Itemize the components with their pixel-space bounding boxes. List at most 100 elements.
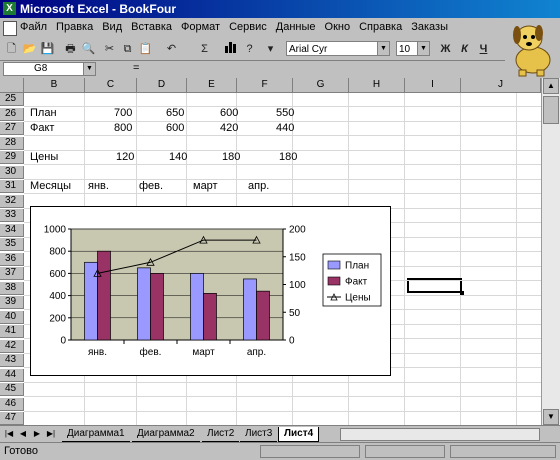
cell-f27[interactable]: 440 [276, 122, 294, 134]
cell-c27[interactable]: 800 [114, 122, 132, 134]
menu-file[interactable]: Файл [20, 21, 47, 33]
row-header[interactable]: 47 [0, 412, 24, 425]
cell-e29[interactable]: 180 [222, 151, 240, 163]
sheet-tab[interactable]: Диаграмма1 [62, 427, 130, 442]
name-box-dropdown-icon[interactable]: ▼ [83, 63, 95, 75]
cell-c31[interactable]: янв. [88, 180, 109, 192]
cell-d29[interactable]: 140 [169, 151, 187, 163]
chart-wizard-icon[interactable] [222, 41, 239, 57]
row-header[interactable]: 34 [0, 224, 24, 237]
new-icon[interactable]: 🗋 [3, 41, 20, 57]
col-header[interactable]: D [137, 78, 187, 93]
row-header[interactable]: 31 [0, 180, 24, 193]
font-size-select[interactable]: 10 ▼ [396, 41, 430, 56]
cell-c29[interactable]: 120 [116, 151, 134, 163]
prev-sheet-icon[interactable]: ◀ [17, 428, 29, 440]
open-icon[interactable]: 📂 [21, 41, 38, 57]
cut-icon[interactable]: ✂ [101, 41, 118, 57]
cell-f31[interactable]: апр. [248, 180, 269, 192]
row-header[interactable]: 32 [0, 195, 24, 208]
row-header[interactable]: 45 [0, 383, 24, 396]
embedded-chart[interactable]: 0 200 400 600 800 1000 0 50 100 150 200 янв. фев. мар… [30, 206, 391, 376]
row-header[interactable]: 29 [0, 151, 24, 164]
sheet-tab-active[interactable]: Лист4 [278, 427, 320, 442]
office-assistant-dog-icon[interactable] [505, 16, 560, 78]
cell-f29[interactable]: 180 [279, 151, 297, 163]
horizontal-scrollbar[interactable] [340, 428, 540, 441]
row-header[interactable]: 37 [0, 267, 24, 280]
cell-b31[interactable]: Месяцы [30, 180, 71, 192]
cell-d26[interactable]: 650 [166, 107, 184, 119]
formula-equals[interactable]: = [133, 62, 139, 74]
row-header[interactable]: 43 [0, 354, 24, 367]
row-header[interactable]: 46 [0, 398, 24, 411]
save-icon[interactable]: 💾 [39, 41, 56, 57]
paste-icon[interactable]: 📋 [137, 41, 154, 57]
sheet-tab[interactable]: Лист2 [202, 427, 240, 442]
cell-c26[interactable]: 700 [114, 107, 132, 119]
row-header[interactable]: 42 [0, 340, 24, 353]
col-header[interactable]: F [237, 78, 293, 93]
row-header[interactable]: 36 [0, 253, 24, 266]
menu-tools[interactable]: Сервис [229, 21, 267, 33]
cell-f26[interactable]: 550 [276, 107, 294, 119]
cell-b26[interactable]: План [30, 107, 57, 119]
next-sheet-icon[interactable]: ▶ [31, 428, 43, 440]
col-header[interactable]: C [85, 78, 137, 93]
font-dropdown-icon[interactable]: ▼ [377, 42, 389, 55]
menu-orders[interactable]: Заказы [411, 21, 448, 33]
dropdown-icon[interactable]: ▾ [262, 41, 279, 57]
row-header[interactable]: 39 [0, 296, 24, 309]
sheet-tab[interactable]: Диаграмма2 [132, 427, 200, 442]
last-sheet-icon[interactable]: ▶| [45, 428, 57, 440]
row-header[interactable]: 27 [0, 122, 24, 135]
document-icon[interactable] [3, 21, 17, 36]
menu-view[interactable]: Вид [102, 21, 122, 33]
name-box[interactable]: G8 ▼ [3, 62, 96, 76]
help-icon[interactable]: ? [241, 41, 258, 57]
scroll-down-icon[interactable]: ▼ [543, 409, 559, 425]
menu-window[interactable]: Окно [325, 21, 351, 33]
print-icon[interactable]: 🖶 [62, 41, 79, 57]
cell-e31[interactable]: март [193, 180, 218, 192]
col-header[interactable]: J [461, 78, 541, 93]
autosum-icon[interactable]: Σ [196, 41, 213, 57]
scroll-thumb[interactable] [543, 96, 559, 124]
size-dropdown-icon[interactable]: ▼ [417, 42, 429, 55]
row-header[interactable]: 26 [0, 108, 24, 121]
row-header[interactable]: 30 [0, 166, 24, 179]
worksheet-grid[interactable]: B C D E F G H I J 25 26 27 28 29 30 31 32 33 34 35… [0, 78, 541, 425]
row-header[interactable]: 25 [0, 93, 24, 106]
vertical-scrollbar[interactable]: ▲ ▼ [541, 78, 560, 425]
cell-b27[interactable]: Факт [30, 122, 54, 134]
scroll-up-icon[interactable]: ▲ [543, 78, 559, 94]
copy-icon[interactable]: ⧉ [119, 41, 136, 57]
row-header[interactable]: 35 [0, 238, 24, 251]
menu-help[interactable]: Справка [359, 21, 402, 33]
col-header[interactable]: H [349, 78, 405, 93]
bold-button[interactable]: Ж [437, 41, 454, 57]
font-select[interactable]: Arial Cyr ▼ [286, 41, 390, 56]
row-header[interactable]: 33 [0, 209, 24, 222]
underline-button[interactable]: Ч [475, 41, 492, 57]
row-header[interactable]: 44 [0, 369, 24, 382]
preview-icon[interactable]: 🔍 [80, 41, 97, 57]
cell-b29[interactable]: Цены [30, 151, 58, 163]
italic-button[interactable]: К [456, 41, 473, 57]
cell-d27[interactable]: 600 [166, 122, 184, 134]
col-header[interactable]: G [293, 78, 349, 93]
first-sheet-icon[interactable]: |◀ [3, 428, 15, 440]
row-header[interactable]: 41 [0, 325, 24, 338]
cell-d31[interactable]: фев. [139, 180, 163, 192]
row-header[interactable]: 38 [0, 282, 24, 295]
menu-insert[interactable]: Вставка [131, 21, 172, 33]
cell-e26[interactable]: 600 [220, 107, 238, 119]
col-header[interactable]: E [187, 78, 237, 93]
select-all-corner[interactable] [0, 78, 24, 93]
sheet-tab[interactable]: Лист3 [240, 427, 278, 442]
menu-format[interactable]: Формат [181, 21, 220, 33]
row-header[interactable]: 40 [0, 311, 24, 324]
menu-edit[interactable]: Правка [56, 21, 93, 33]
cell-e27[interactable]: 420 [220, 122, 238, 134]
menu-data[interactable]: Данные [276, 21, 316, 33]
